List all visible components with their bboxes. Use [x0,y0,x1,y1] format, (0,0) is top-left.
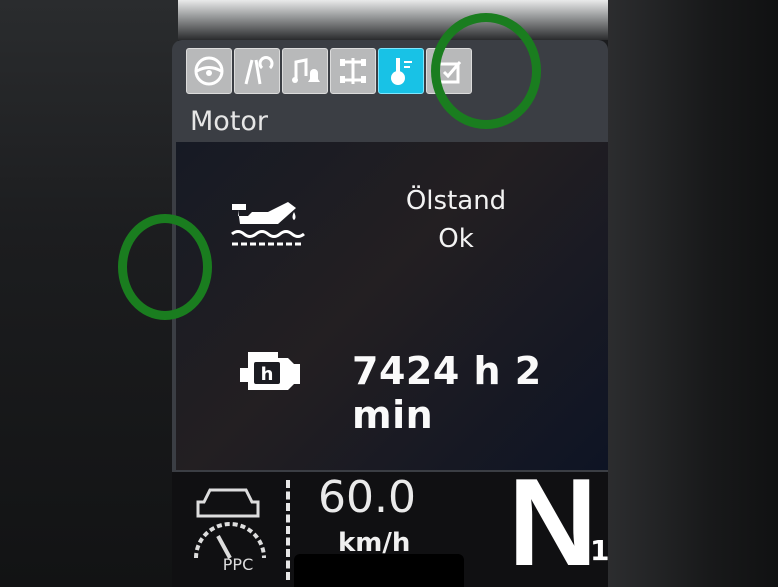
highlight-circle-scrollbar [118,214,212,320]
engine-hours-value: 7424 h 2 min [352,349,542,437]
oil-level-status: Ok [438,224,474,254]
instrument-display: Motor Ölstand Ok h 7424 h 2 min PPC 60.0… [172,40,608,587]
tab-engine-oil[interactable] [378,48,424,94]
engine-hours-icon: h [240,352,300,390]
axle-icon [340,58,366,84]
road-assist-icon [244,56,274,85]
status-strip: PPC 60.0 km/h N 1 [172,454,608,587]
ppc-speed-icon: PPC [194,488,266,574]
bottom-bezel [294,554,464,587]
steering-wheel-icon [194,56,224,86]
oil-level-readout: Ölstand Ok [356,182,556,258]
music-bell-icon [292,58,320,83]
section-title: Motor [190,106,269,137]
highlight-circle-tab [431,13,541,129]
tab-axle[interactable] [330,48,376,94]
engine-info-panel: Ölstand Ok h 7424 h 2 min [176,142,608,470]
svg-text:h: h [261,364,274,385]
oil-temperature-icon [391,58,412,85]
tab-road-assist[interactable] [234,48,280,94]
speed-value: 60.0 [318,472,416,523]
photo-background-right [608,0,778,587]
gear-range: 1 [590,534,608,567]
oil-can-icon [231,202,305,246]
ppc-label: PPC [223,555,253,574]
tab-steering[interactable] [186,48,232,94]
tab-audio[interactable] [282,48,328,94]
oil-level-label: Ölstand [405,186,507,216]
gear-indicator: N [508,454,598,587]
